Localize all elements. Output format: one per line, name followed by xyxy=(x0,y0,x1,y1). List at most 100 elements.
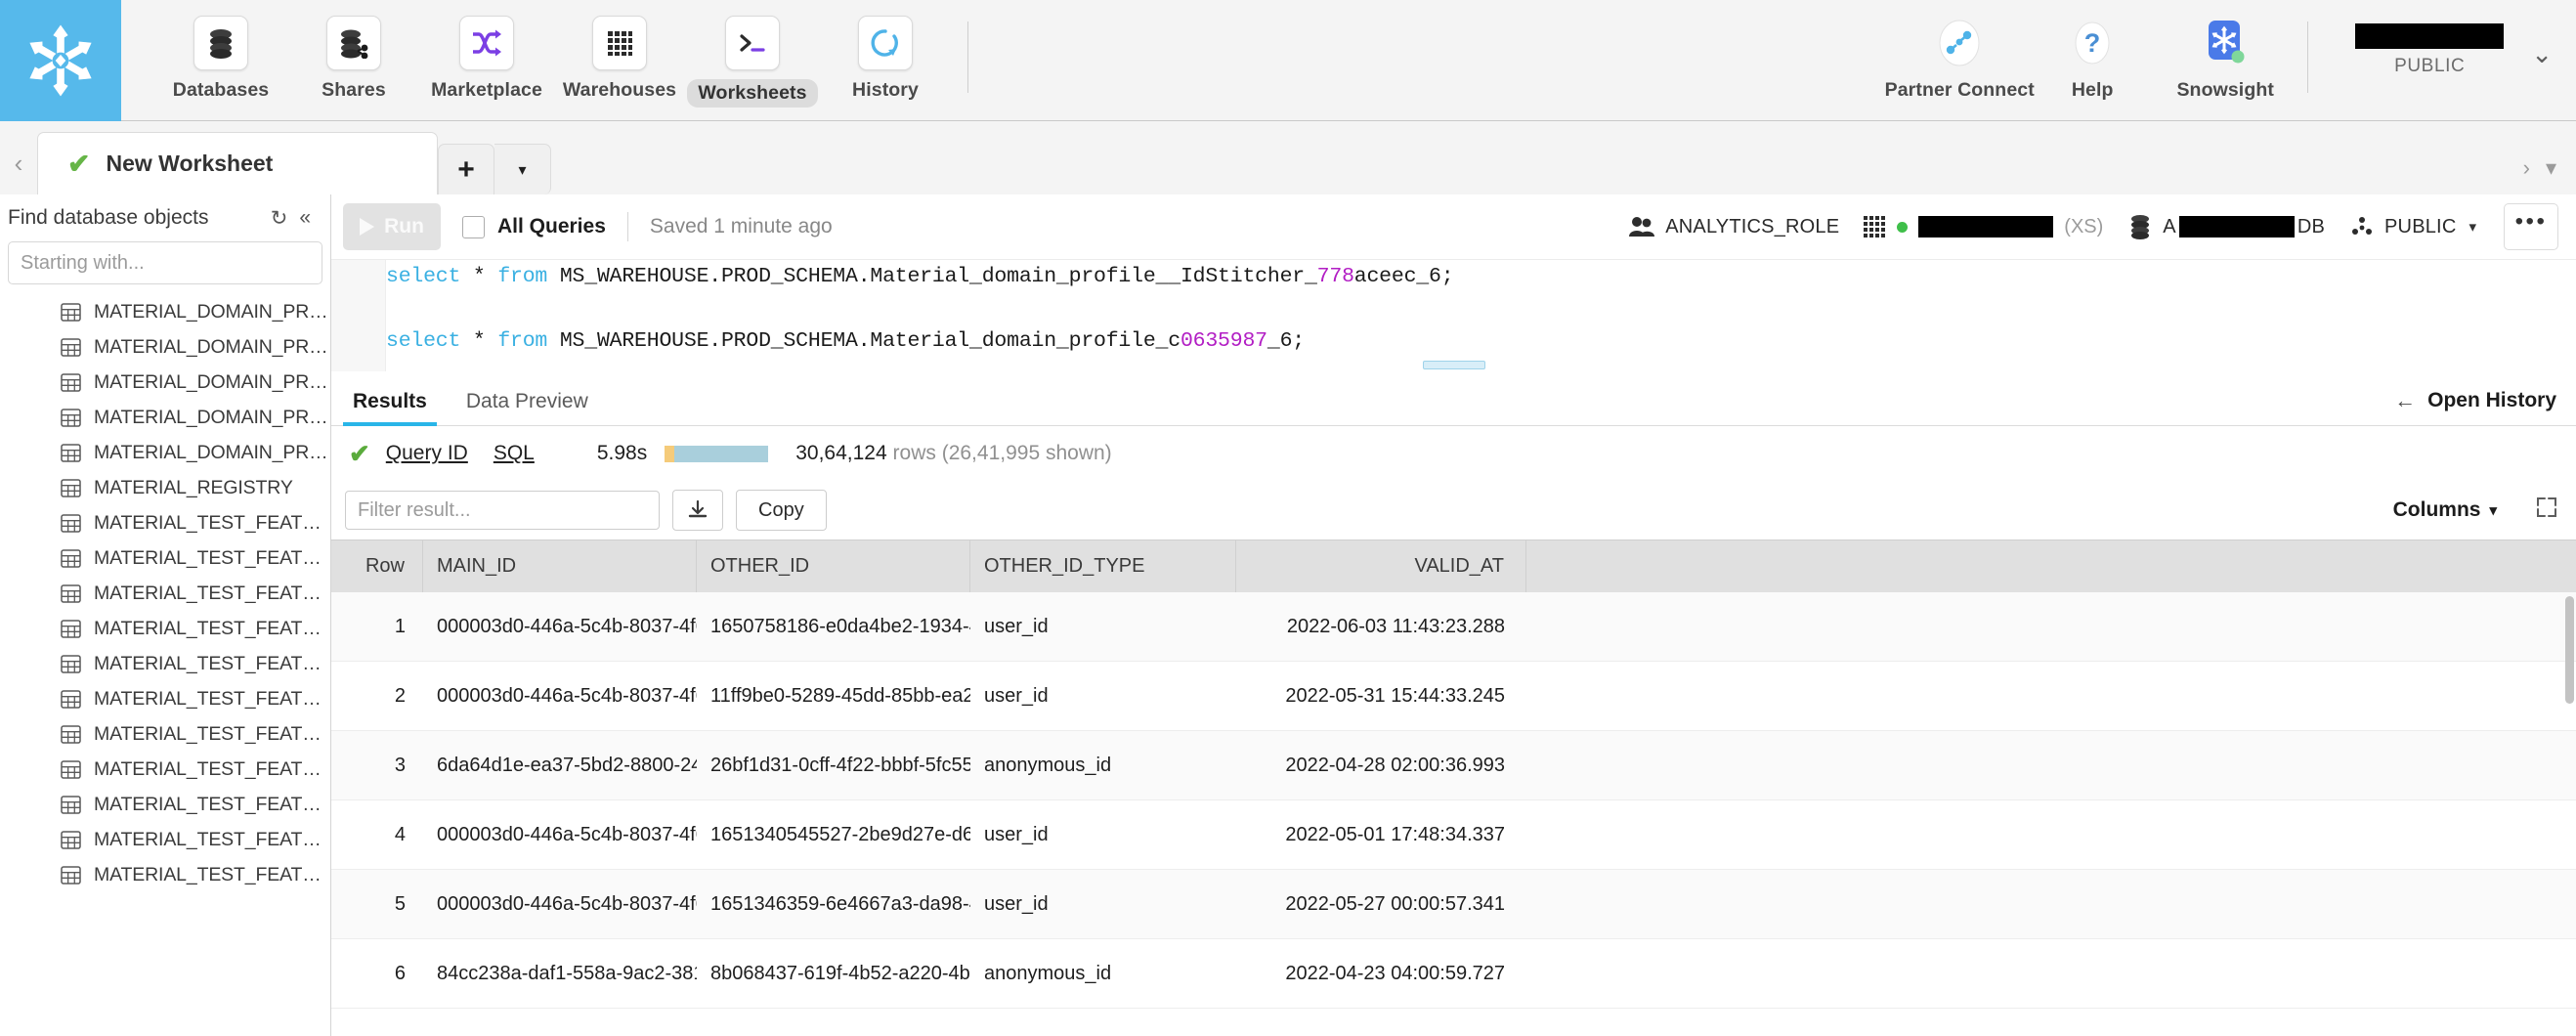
download-button[interactable] xyxy=(672,490,723,531)
expand-icon xyxy=(2537,496,2556,517)
nav-label-marketplace: Marketplace xyxy=(431,79,542,101)
role-selector[interactable]: ANALYTICS_ROLE xyxy=(1629,215,1839,238)
database-object-label: MATERIAL_TEST_FEATURE_TABLE_631… xyxy=(94,687,330,710)
database-object-item[interactable]: MATERIAL_DOMAIN_PROFILE__IDSTIT… xyxy=(0,400,330,435)
tabs-scroll-right-icon[interactable]: › xyxy=(2517,155,2536,181)
table-cell: 6 xyxy=(394,962,406,984)
editor-resize-handle[interactable] xyxy=(1422,361,1485,369)
nav-item-history[interactable]: History xyxy=(819,0,952,102)
table-cell: 3 xyxy=(394,754,406,776)
add-worksheet-dropdown-icon[interactable]: ▾ xyxy=(494,144,551,194)
code-line[interactable]: 1select * from MS_WAREHOUSE.PROD_SCHEMA.… xyxy=(331,260,2576,292)
tab-data-preview[interactable]: Data Preview xyxy=(456,390,598,425)
run-button[interactable]: Run xyxy=(343,203,441,250)
sql-editor[interactable]: 1select * from MS_WAREHOUSE.PROD_SCHEMA.… xyxy=(331,259,2576,371)
database-object-label: MATERIAL_TEST_FEATURE_TABLE_213… xyxy=(94,546,330,569)
nav-item-warehouses[interactable]: Warehouses xyxy=(553,0,686,102)
warehouse-icon xyxy=(1864,216,1886,237)
column-header[interactable]: Row xyxy=(331,540,423,592)
column-header[interactable]: VALID_AT xyxy=(1236,540,1526,592)
database-object-item[interactable]: MATERIAL_TEST_FEATURE_TABLE_5BE… xyxy=(0,611,330,646)
user-menu-caret-icon[interactable]: ⌄ xyxy=(2531,39,2553,69)
results-vertical-scrollbar[interactable] xyxy=(2565,596,2574,704)
database-object-item[interactable]: MATERIAL_TEST_FEATURE_TABLE_675… xyxy=(0,716,330,752)
database-selector[interactable]: A DB xyxy=(2128,214,2325,239)
database-object-item[interactable]: MATERIAL_TEST_FEATURE_TABLE_631… xyxy=(0,681,330,716)
database-object-label: MATERIAL_DOMAIN_PROFILE__IDSTIT… xyxy=(94,300,330,323)
database-object-item[interactable]: MATERIAL_TEST_FEATURE_TABLE_213… xyxy=(0,540,330,576)
worksheet-tab-title: New Worksheet xyxy=(106,151,274,176)
sql-link[interactable]: SQL xyxy=(494,442,535,465)
collapse-icon[interactable]: « xyxy=(293,206,317,230)
database-object-item[interactable]: MATERIAL_TEST_FEATURE_TABLE_675… xyxy=(0,822,330,857)
columns-button[interactable]: Columns ▾ xyxy=(2393,498,2497,522)
database-object-item[interactable]: MATERIAL_DOMAIN_PROFILE__IDSTIT… xyxy=(0,435,330,470)
open-history-button[interactable]: ← Open History xyxy=(2394,388,2556,413)
results-tab-bar: Results Data Preview ← Open History xyxy=(331,371,2576,426)
query-id-link[interactable]: Query ID xyxy=(386,442,468,465)
nav-label-history: History xyxy=(852,79,919,101)
table-row[interactable]: 3 6da64d1e-ea37-5bd2-8800-2446d… 26bf1d31-… xyxy=(331,731,2576,800)
nav-item-databases[interactable]: Databases xyxy=(154,0,287,102)
database-object-item[interactable]: MATERIAL_TEST_FEATURE_TABLE_0B7… xyxy=(0,505,330,540)
all-queries-checkbox[interactable] xyxy=(462,215,485,238)
user-menu[interactable]: PUBLIC xyxy=(2324,0,2510,77)
database-object-item[interactable]: MATERIAL_TEST_FEATURE_TABLE_675… xyxy=(0,787,330,822)
expand-results-button[interactable] xyxy=(2535,496,2558,526)
results-grid-header: Row MAIN_ID OTHER_ID OTHER_ID_TYPE VALID_AT xyxy=(331,540,2576,592)
duration-bar-segment-compile xyxy=(665,445,675,462)
database-search-wrapper xyxy=(0,241,330,292)
database-object-item[interactable]: MATERIAL_TEST_FEATURE_TABLE_675… xyxy=(0,752,330,787)
database-object-item[interactable]: MATERIAL_TEST_FEATURE_TABLE_30F… xyxy=(0,576,330,611)
refresh-clock-icon xyxy=(871,29,898,57)
nav-item-shares[interactable]: Shares xyxy=(287,0,420,102)
database-object-label: MATERIAL_DOMAIN_PROFILE__IDSTIT… xyxy=(94,335,330,358)
table-row[interactable]: 2 000003d0-446a-5c4b-8037-4f6d5… 11ff9be0-… xyxy=(331,662,2576,731)
database-search-input[interactable] xyxy=(8,241,322,284)
schema-caret-icon[interactable]: ▾ xyxy=(2469,218,2476,236)
table-row[interactable]: 1 000003d0-446a-5c4b-8037-4f6d5… 165075818… xyxy=(331,592,2576,662)
refresh-icon[interactable]: ↻ xyxy=(265,206,294,231)
nav-item-partner-connect[interactable]: Partner Connect xyxy=(1885,0,2035,102)
tab-results[interactable]: Results xyxy=(343,390,437,426)
partner-connect-icon xyxy=(1932,16,1987,70)
code-line[interactable]: 2 xyxy=(331,292,2576,324)
databases-icon xyxy=(193,16,248,70)
database-object-label: MATERIAL_TEST_FEATURE_TABLE_675… xyxy=(94,828,330,850)
database-object-item[interactable]: MATERIAL_TEST_FEATURE_TABLE_631… xyxy=(0,646,330,681)
database-object-item[interactable]: MATERIAL_REGISTRY xyxy=(0,470,330,505)
table-row[interactable]: 5 000003d0-446a-5c4b-8037-4f6d5… 165134635… xyxy=(331,870,2576,939)
table-cell: 2022-05-31 15:44:33.245 xyxy=(1285,684,1505,707)
schema-selector[interactable]: PUBLIC ▾ xyxy=(2350,215,2476,238)
database-object-item[interactable]: MATERIAL_DOMAIN_PROFILE__IDSTIT… xyxy=(0,365,330,400)
tabs-overflow-icon[interactable]: ▾ xyxy=(2540,155,2562,181)
tabs-scroll-left-icon[interactable]: ‹ xyxy=(0,132,37,194)
copy-button[interactable]: Copy xyxy=(736,490,827,531)
table-cell: 4 xyxy=(394,823,406,845)
column-header[interactable]: OTHER_ID_TYPE xyxy=(970,540,1236,592)
column-header[interactable]: MAIN_ID xyxy=(423,540,697,592)
editor-code-lines[interactable]: 1select * from MS_WAREHOUSE.PROD_SCHEMA.… xyxy=(331,260,2576,372)
column-header[interactable]: OTHER_ID xyxy=(697,540,970,592)
more-options-button[interactable]: ••• xyxy=(2504,203,2558,250)
nav-item-snowsight[interactable]: Snowsight xyxy=(2159,0,2292,102)
warehouse-selector[interactable]: (XS) xyxy=(1863,214,2103,239)
database-object-item[interactable]: MATERIAL_DOMAIN_PROFILE__IDSTIT… xyxy=(0,329,330,365)
snowflake-logo[interactable] xyxy=(0,0,121,121)
database-object-item[interactable]: MATERIAL_DOMAIN_PROFILE__IDSTIT… xyxy=(0,294,330,329)
nav-item-help[interactable]: ? Help xyxy=(2026,0,2159,102)
table-cell: 26bf1d31-0cff-4f22-bbbf-5fc55f68… xyxy=(710,754,970,776)
users-icon xyxy=(1629,217,1655,237)
worksheet-tab-new-worksheet[interactable]: ✔ New Worksheet xyxy=(37,132,438,194)
worksheets-icon xyxy=(725,16,780,70)
table-row[interactable]: 6 84cc238a-daf1-558a-9ac2-38175a… 8b068437… xyxy=(331,939,2576,1009)
nav-item-marketplace[interactable]: Marketplace xyxy=(420,0,553,102)
database-object-item[interactable]: MATERIAL_TEST_FEATURE_TABLE_675… xyxy=(0,857,330,892)
nav-item-worksheets[interactable]: Worksheets xyxy=(686,0,819,108)
table-row[interactable]: 4 000003d0-446a-5c4b-8037-4f6d5… 165134054… xyxy=(331,800,2576,870)
all-queries-checkbox-group[interactable]: All Queries xyxy=(462,215,606,238)
code-line[interactable]: 3select * from MS_WAREHOUSE.PROD_SCHEMA.… xyxy=(331,324,2576,357)
filter-result-input[interactable] xyxy=(345,491,660,530)
add-worksheet-button[interactable]: + xyxy=(438,144,494,194)
nav-label-snowsight: Snowsight xyxy=(2176,79,2274,101)
